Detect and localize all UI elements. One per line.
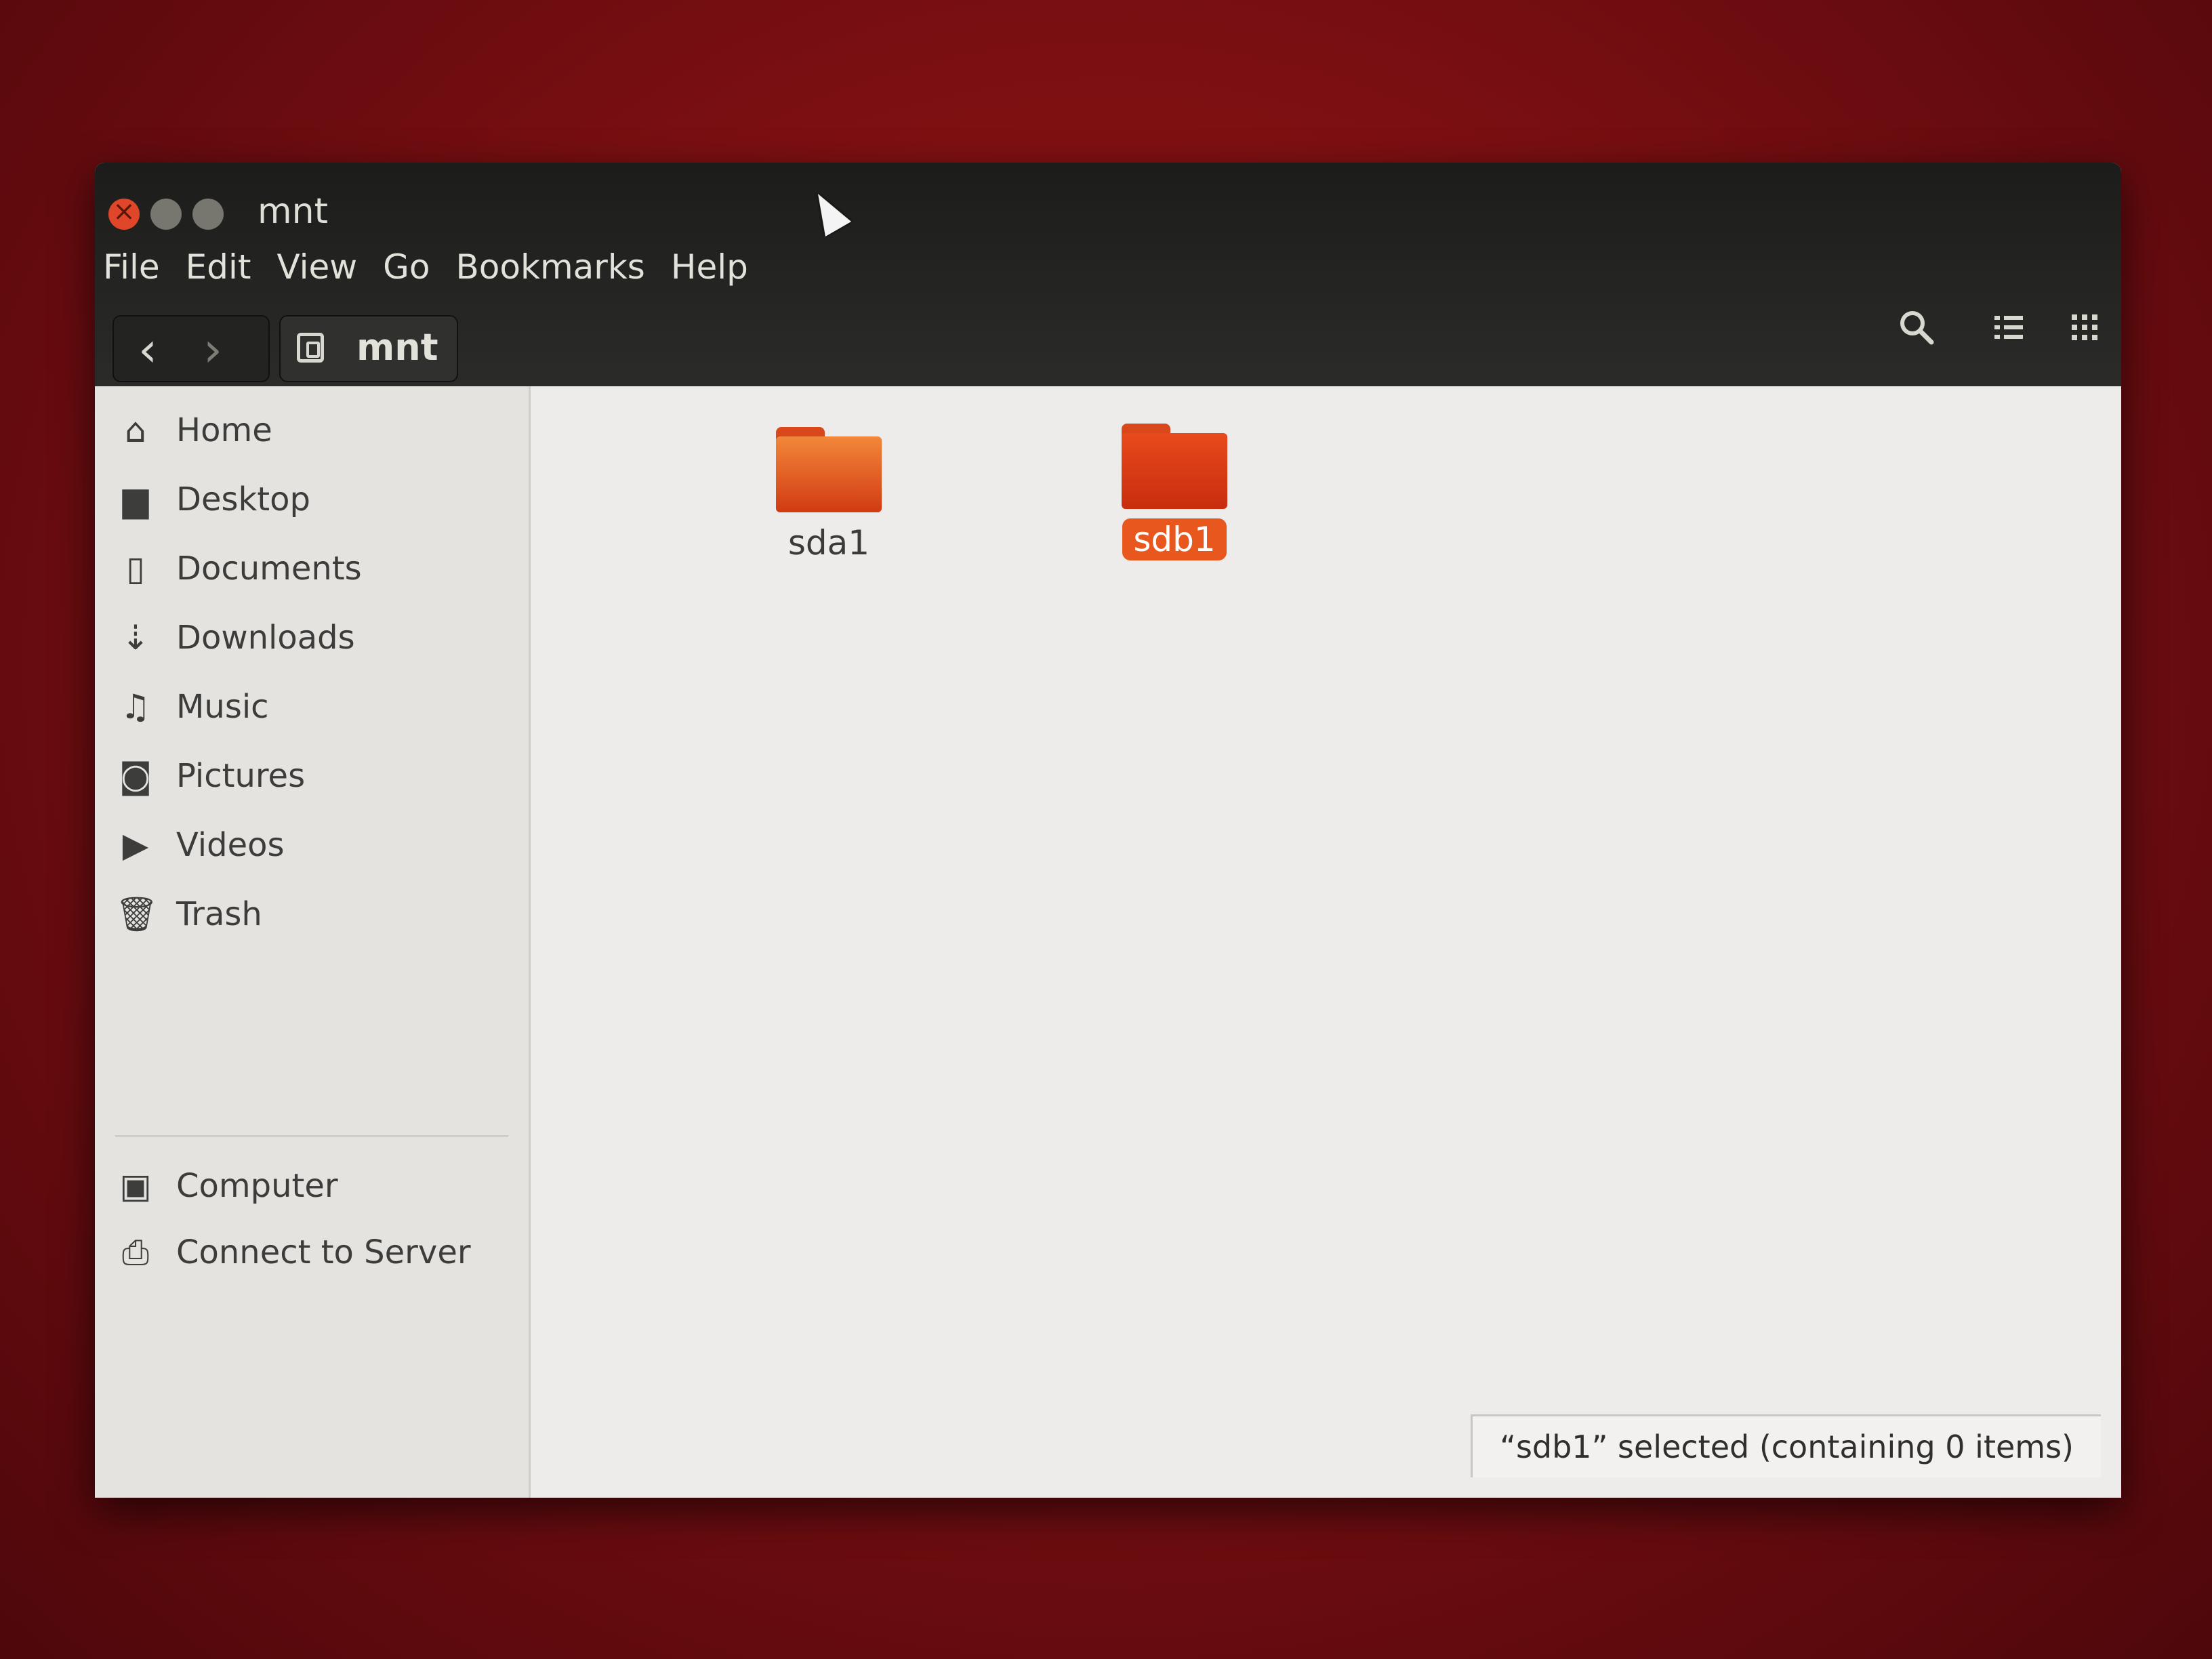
file-name: sdb1 xyxy=(1122,518,1227,560)
music-icon: ♫ xyxy=(120,687,151,726)
sidebar-item-home[interactable]: ⌂ Home xyxy=(115,400,272,461)
menubar: File Edit View Go Bookmarks Help xyxy=(103,247,774,287)
window-title: mnt xyxy=(258,191,328,232)
menu-file[interactable]: File xyxy=(103,247,160,287)
list-view-icon xyxy=(1994,316,2023,339)
search-icon xyxy=(1900,311,1934,345)
camera-icon: ◙ xyxy=(119,756,152,796)
sidebar-item-connect-to-server[interactable]: ⎙ Connect to Server xyxy=(115,1222,471,1283)
sidebar-item-computer[interactable]: ▣ Computer xyxy=(115,1155,338,1216)
menu-edit[interactable]: Edit xyxy=(186,247,251,287)
sidebar-item-label: Pictures xyxy=(176,757,306,795)
sidebar-item-pictures[interactable]: ◙ Pictures xyxy=(115,745,305,806)
sidebar-item-music[interactable]: ♫ Music xyxy=(115,676,269,737)
sidebar-item-documents[interactable]: ▯ Documents xyxy=(115,538,362,599)
forward-button[interactable]: › xyxy=(203,322,222,377)
close-window-button[interactable] xyxy=(108,196,140,230)
home-icon: ⌂ xyxy=(125,411,146,450)
computer-icon: ▣ xyxy=(119,1166,152,1206)
sidebar-item-label: Computer xyxy=(176,1167,338,1205)
sidebar-item-label: Videos xyxy=(176,826,285,864)
menu-help[interactable]: Help xyxy=(671,247,748,287)
file-view[interactable]: sda1 sdb1 “sdb1” selected (containing 0 … xyxy=(531,386,2121,1498)
sidebar-item-label: Desktop xyxy=(176,480,310,518)
sidebar-item-desktop[interactable]: ▆ Desktop xyxy=(115,469,310,530)
grid-view-button[interactable] xyxy=(2052,297,2117,358)
server-icon: ⎙ xyxy=(122,1232,149,1272)
sidebar-item-trash[interactable]: 🗑 Trash xyxy=(115,884,262,945)
titlebar: mnt File Edit View Go Bookmarks Help ‹ ›… xyxy=(95,163,2121,386)
file-manager-window: mnt File Edit View Go Bookmarks Help ‹ ›… xyxy=(95,163,2121,1498)
menu-view[interactable]: View xyxy=(277,247,358,287)
video-icon: ▶ xyxy=(122,825,149,865)
sidebar-item-label: Connect to Server xyxy=(176,1233,471,1271)
trash-icon: 🗑 xyxy=(115,894,159,934)
folder-icon: ▆ xyxy=(122,480,149,519)
search-button[interactable] xyxy=(1884,297,1949,358)
maximize-window-button[interactable] xyxy=(192,199,224,230)
minimize-window-button[interactable] xyxy=(150,199,182,230)
sidebar-item-label: Music xyxy=(176,688,269,726)
path-bar-button-mnt[interactable]: mnt xyxy=(279,315,458,382)
sidebar: ⌂ Home ▆ Desktop ▯ Documents ⇣ Downloads… xyxy=(95,386,531,1498)
path-label: mnt xyxy=(356,326,438,369)
menu-bookmarks[interactable]: Bookmarks xyxy=(456,247,645,287)
document-icon: ▯ xyxy=(126,549,145,588)
sidebar-item-downloads[interactable]: ⇣ Downloads xyxy=(115,607,355,668)
list-view-button[interactable] xyxy=(1976,297,2041,358)
download-icon: ⇣ xyxy=(121,618,150,657)
status-bar: “sdb1” selected (containing 0 items) xyxy=(1471,1414,2101,1477)
file-name: sda1 xyxy=(787,523,870,562)
sidebar-item-label: Downloads xyxy=(176,619,355,657)
drive-icon xyxy=(297,333,324,363)
folder-item-sda1[interactable]: sda1 xyxy=(741,427,917,564)
sidebar-divider xyxy=(115,1135,508,1137)
folder-icon xyxy=(776,427,882,512)
sidebar-item-label: Home xyxy=(176,411,272,449)
sidebar-item-videos[interactable]: ▶ Videos xyxy=(115,815,285,876)
folder-item-sdb1[interactable]: sdb1 xyxy=(1086,424,1263,560)
navigation-buttons: ‹ › xyxy=(112,315,270,382)
sidebar-item-label: Trash xyxy=(176,895,262,933)
menu-go[interactable]: Go xyxy=(383,247,430,287)
back-button[interactable]: ‹ xyxy=(138,322,157,377)
grid-view-icon xyxy=(2072,314,2097,340)
folder-icon xyxy=(1122,424,1227,509)
sidebar-item-label: Documents xyxy=(176,550,362,588)
